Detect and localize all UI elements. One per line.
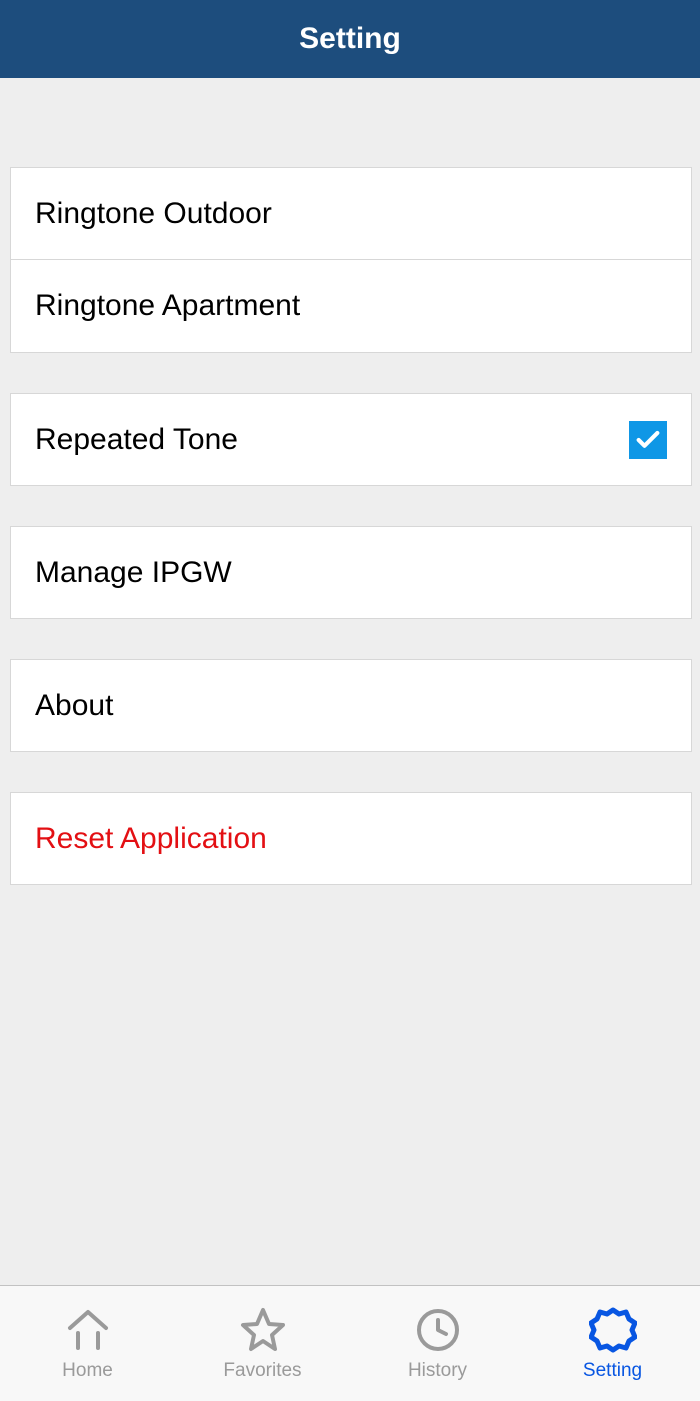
tab-home-label: Home [62,1360,113,1382]
star-icon [239,1306,287,1354]
gear-icon [589,1306,637,1354]
clock-icon [414,1306,462,1354]
tab-history-label: History [408,1360,467,1382]
repeated-tone-label: Repeated Tone [35,423,238,457]
tab-favorites[interactable]: Favorites [175,1286,350,1401]
ringtone-apartment-label: Ringtone Apartment [35,289,300,323]
header: Setting [0,0,700,78]
ringtone-group: Ringtone Outdoor Ringtone Apartment [0,167,700,353]
ringtone-outdoor-label: Ringtone Outdoor [35,197,272,231]
about-row[interactable]: About [10,659,692,752]
tone-group: Repeated Tone [0,393,700,486]
manage-ipgw-label: Manage IPGW [35,556,232,590]
manage-group: Manage IPGW [0,526,700,619]
ringtone-outdoor-row[interactable]: Ringtone Outdoor [10,167,692,260]
tab-history[interactable]: History [350,1286,525,1401]
reset-application-label: Reset Application [35,822,267,856]
tab-setting[interactable]: Setting [525,1286,700,1401]
about-label: About [35,689,113,723]
about-group: About [0,659,700,752]
ringtone-apartment-row[interactable]: Ringtone Apartment [10,260,692,353]
repeated-tone-checkbox[interactable] [629,421,667,459]
home-icon [64,1306,112,1354]
check-icon [634,426,662,454]
tab-setting-label: Setting [583,1360,642,1382]
tabbar: Home Favorites History Setting [0,1285,700,1401]
page-title: Setting [299,22,401,56]
reset-application-row[interactable]: Reset Application [10,792,692,885]
tab-home[interactable]: Home [0,1286,175,1401]
content: Ringtone Outdoor Ringtone Apartment Repe… [0,78,700,885]
reset-group: Reset Application [0,792,700,885]
tab-favorites-label: Favorites [223,1360,301,1382]
repeated-tone-row[interactable]: Repeated Tone [10,393,692,486]
manage-ipgw-row[interactable]: Manage IPGW [10,526,692,619]
